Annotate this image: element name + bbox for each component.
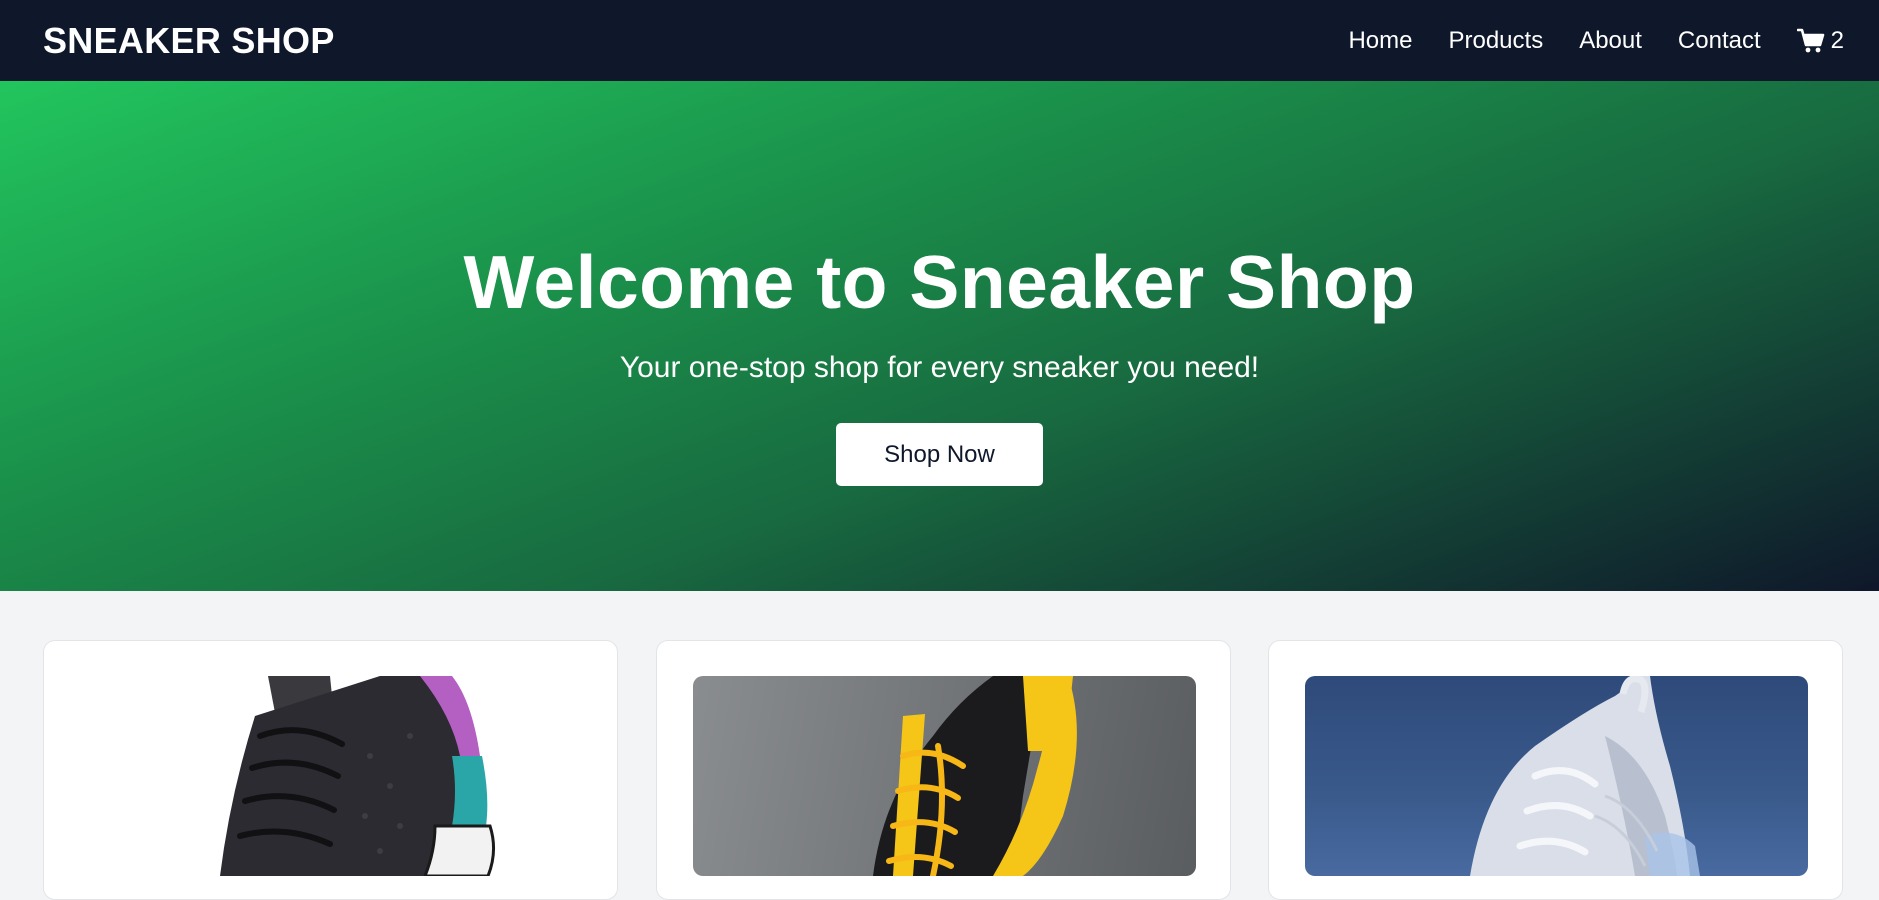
shop-now-button[interactable]: Shop Now: [836, 423, 1043, 486]
nav-links: Home Products About Contact 2: [1312, 27, 1844, 55]
nav-link-products[interactable]: Products: [1448, 27, 1543, 55]
product-image-black-yellow-sneaker[interactable]: [692, 676, 1196, 876]
hero-section: Welcome to Sneaker Shop Your one-stop sh…: [0, 81, 1879, 591]
product-card[interactable]: [655, 640, 1231, 900]
cart-button[interactable]: 2: [1796, 26, 1844, 55]
nav-link-about[interactable]: About: [1579, 27, 1642, 55]
hero-subtitle: Your one-stop shop for every sneaker you…: [619, 351, 1260, 384]
nav-link-contact[interactable]: Contact: [1678, 27, 1761, 55]
cart-icon: [1796, 28, 1824, 52]
product-card[interactable]: [1268, 640, 1843, 900]
hero-title: Welcome to Sneaker Shop: [463, 240, 1416, 324]
site-logo[interactable]: SNEAKER SHOP: [43, 20, 335, 62]
product-image-white-air-sneaker[interactable]: [1305, 676, 1808, 876]
product-image-black-purple-teal-sneaker[interactable]: [80, 676, 583, 876]
product-grid: [43, 640, 1843, 900]
product-card[interactable]: [43, 640, 618, 900]
cart-count: 2: [1830, 26, 1844, 54]
nav-link-home[interactable]: Home: [1348, 27, 1412, 55]
navbar: SNEAKER SHOP Home Products About Contact…: [0, 0, 1879, 81]
